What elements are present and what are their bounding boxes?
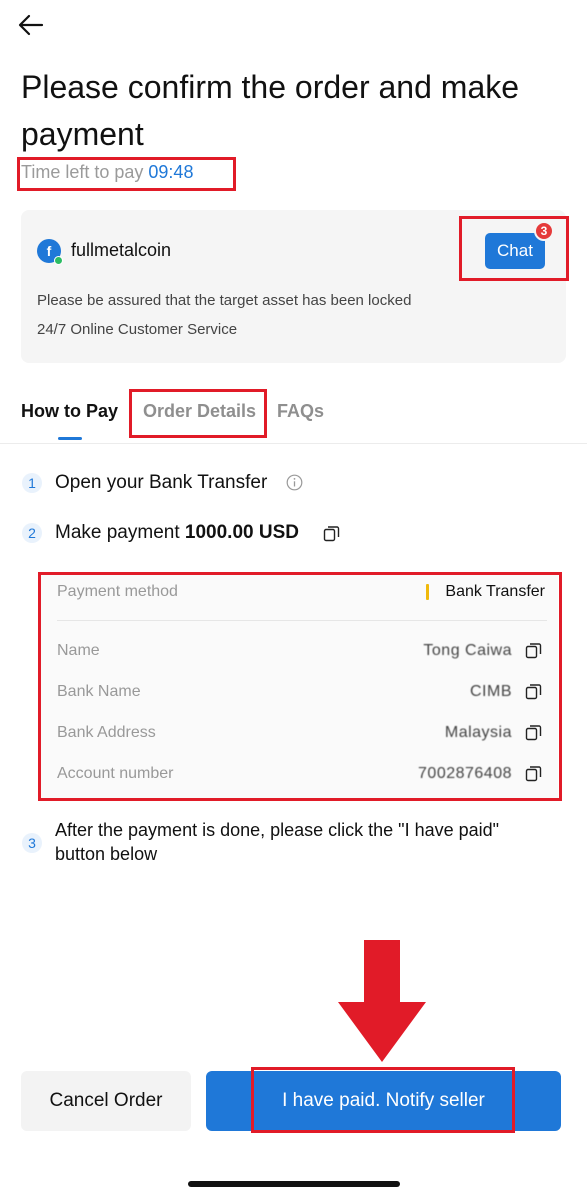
step-3-text-line1: After the payment is done, please click … (55, 820, 500, 840)
step-3-number: 3 (22, 833, 42, 853)
merchant-name[interactable]: fullmetalcoin (71, 240, 171, 261)
tab-how-to-pay[interactable]: How to Pay (21, 401, 118, 422)
page-title: Please confirm the order and make paymen… (21, 69, 520, 152)
step-1-text: Open your Bank Transfer (55, 472, 268, 493)
home-indicator[interactable] (188, 1181, 400, 1187)
tab-faqs[interactable]: FAQs (277, 401, 324, 422)
payment-amount: 1000.00 USD (184, 522, 299, 543)
step-3-text-line2: button below (55, 844, 158, 864)
notify-seller-highlight-box (251, 1067, 515, 1133)
asset-locked-note: Please be assured that the target asset … (37, 292, 412, 309)
step-1-number: 1 (22, 473, 42, 493)
payment-details-highlight-box (38, 572, 562, 801)
step-2-label: Make payment (55, 522, 180, 543)
step-2-text: Make payment 1000.00 USD (55, 522, 299, 544)
down-arrow-annotation-icon (338, 940, 426, 1062)
online-status-dot (54, 256, 63, 265)
info-icon[interactable] (286, 474, 303, 491)
cancel-order-button[interactable]: Cancel Order (21, 1071, 191, 1131)
timer-highlight-box (17, 157, 236, 191)
tabs-divider (0, 443, 587, 444)
back-arrow-icon[interactable] (16, 10, 46, 40)
active-tab-indicator (58, 437, 82, 440)
copy-amount-icon[interactable] (323, 525, 340, 542)
customer-service-note: 24/7 Online Customer Service (37, 321, 238, 338)
step-2-number: 2 (22, 523, 42, 543)
order-details-highlight-box (129, 389, 267, 438)
chat-highlight-box (459, 216, 569, 281)
